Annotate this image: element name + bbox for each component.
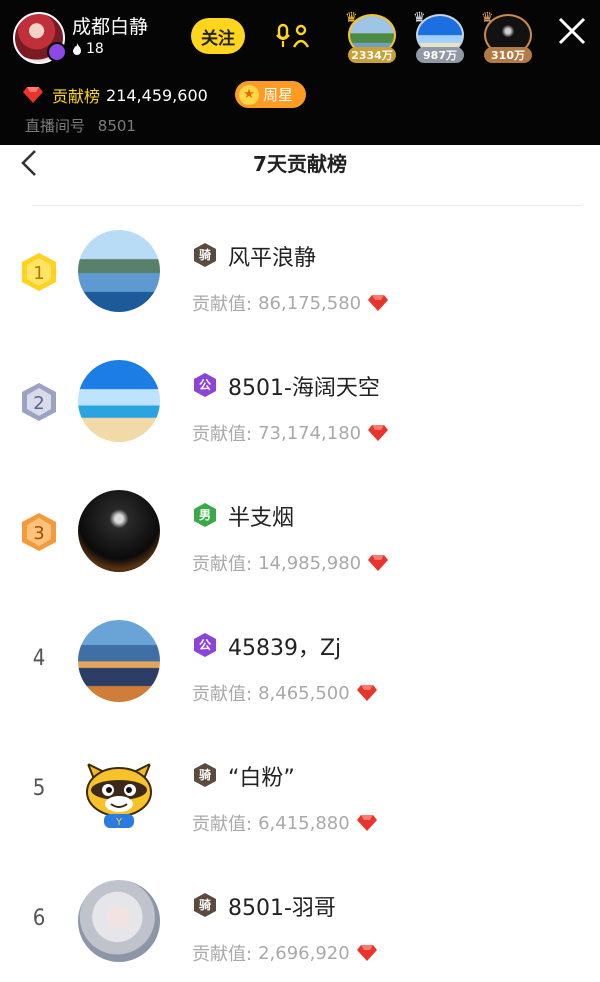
ranking-row[interactable]: 5 Y 骑 “白粉” 贡献值: 6,415,880	[0, 750, 600, 880]
user-avatar[interactable]	[78, 230, 160, 312]
tag-label: 骑	[198, 898, 211, 912]
user-score: 贡献值: 6,415,880	[192, 810, 378, 836]
rank-number: 5	[32, 776, 46, 801]
user-name: 8501-羽哥	[228, 896, 336, 921]
weekstar-button[interactable]: ★ 周星	[235, 81, 306, 108]
divider	[32, 205, 582, 206]
score-value: 8,465,500	[258, 682, 350, 704]
tag-label: 男	[198, 508, 211, 522]
user-avatar[interactable]	[78, 490, 160, 572]
crown-icon: ♛	[345, 10, 358, 26]
gem-icon	[368, 425, 389, 441]
viewer-count: 2334万	[348, 47, 396, 63]
host-name: 成都白静	[72, 16, 149, 38]
page-title: 7天贡献榜	[253, 152, 347, 176]
rank-number: 2	[33, 393, 44, 414]
rank-number: 6	[32, 906, 46, 931]
user-name: 45839，Zj	[228, 636, 342, 661]
gem-icon	[23, 87, 43, 103]
public-tag-icon: 公	[193, 632, 217, 658]
svg-text:Y: Y	[115, 817, 123, 828]
user-avatar[interactable]: Y	[78, 750, 160, 832]
rank-number: 4	[32, 646, 46, 671]
male-tag-icon: 男	[193, 502, 217, 528]
viewer-count: 987万	[416, 47, 464, 63]
gem-icon	[356, 945, 377, 961]
rank-number: 3	[33, 523, 44, 544]
room-number: 直播间号 8501	[25, 115, 136, 136]
rank-medal-bronze-icon: 3	[22, 513, 56, 551]
host-fans: 18	[72, 41, 104, 57]
user-score: 贡献值: 2,696,920	[192, 940, 378, 966]
host-fans-count: 18	[86, 41, 104, 57]
score-value: 6,415,880	[258, 812, 350, 834]
score-value: 2,696,920	[258, 942, 350, 964]
public-tag-icon: 公	[193, 372, 217, 398]
top-viewer-1[interactable]: ♛ 2334万	[345, 10, 398, 63]
crown-icon: ♛	[481, 10, 494, 26]
room-label: 直播间号	[25, 117, 86, 135]
follow-button[interactable]: 关注	[191, 18, 245, 54]
ranking-row[interactable]: 6 骑 8501-羽哥 贡献值: 2,696,920	[0, 880, 600, 982]
score-label: 贡献值:	[192, 294, 253, 315]
weekstar-label: 周星	[263, 86, 294, 104]
rider-tag-icon: 骑	[193, 892, 217, 918]
tag-label: 公	[198, 638, 211, 652]
user-name: 半支烟	[228, 506, 295, 531]
user-score: 贡献值: 73,174,180	[192, 420, 389, 446]
host-level-badge	[47, 42, 67, 62]
room-id: 8501	[97, 117, 136, 135]
user-name: 风平浪静	[228, 246, 317, 271]
contribution-label: 贡献榜	[52, 87, 101, 106]
user-score: 贡献值: 86,175,580	[192, 290, 389, 316]
rider-tag-icon: 骑	[193, 242, 217, 268]
star-icon: ★	[239, 84, 259, 105]
ranking-row[interactable]: 2 公 8501-海阔天空 贡献值: 73,174,180	[0, 360, 600, 490]
gem-icon	[368, 555, 389, 571]
score-value: 86,175,580	[258, 292, 362, 314]
user-name: “白粉”	[228, 766, 295, 791]
gem-icon	[356, 815, 377, 831]
top-viewer-3[interactable]: ♛ 310万	[481, 10, 534, 63]
rank-number: 1	[33, 263, 44, 284]
user-avatar[interactable]	[78, 620, 160, 702]
top-viewer-2[interactable]: ♛ 987万	[413, 10, 466, 63]
score-label: 贡献值:	[192, 814, 253, 835]
contribution-total[interactable]: 贡献榜 214,459,600	[22, 83, 208, 107]
tag-label: 骑	[198, 248, 211, 262]
rider-tag-icon: 骑	[193, 762, 217, 788]
user-name: 8501-海阔天空	[228, 376, 380, 401]
co-host-mic-icon[interactable]	[276, 23, 312, 49]
score-value: 14,985,980	[258, 552, 362, 574]
user-avatar[interactable]	[78, 880, 160, 962]
live-header: 成都白静 18 关注 ♛ 2334万 ♛ 987万 ♛ 310万 贡献榜 214…	[0, 0, 600, 145]
rank-medal-gold-icon: 1	[22, 253, 56, 291]
user-score: 贡献值: 14,985,980	[192, 550, 389, 576]
contribution-value: 214,459,600	[106, 85, 208, 105]
flame-icon	[73, 42, 81, 55]
ranking-row[interactable]: 4 公 45839，Zj 贡献值: 8,465,500	[0, 620, 600, 750]
close-icon[interactable]	[555, 14, 589, 48]
gem-icon	[368, 295, 389, 311]
raccoon-mascot-icon: Y	[86, 761, 152, 828]
ranking-row[interactable]: 3 男 半支烟 贡献值: 14,985,980	[0, 490, 600, 620]
score-value: 73,174,180	[258, 422, 362, 444]
score-label: 贡献值:	[192, 944, 253, 965]
crown-icon: ♛	[413, 10, 426, 26]
score-label: 贡献值:	[192, 424, 253, 445]
score-label: 贡献值:	[192, 684, 253, 705]
ranking-row[interactable]: 1 骑 风平浪静 贡献值: 86,175,580	[0, 230, 600, 360]
user-score: 贡献值: 8,465,500	[192, 680, 378, 706]
gem-icon	[356, 685, 377, 701]
rank-medal-silver-icon: 2	[22, 383, 56, 421]
tag-label: 公	[198, 378, 211, 392]
score-label: 贡献值:	[192, 554, 253, 575]
user-avatar[interactable]	[78, 360, 160, 442]
viewer-count: 310万	[484, 47, 532, 63]
tag-label: 骑	[198, 768, 211, 782]
